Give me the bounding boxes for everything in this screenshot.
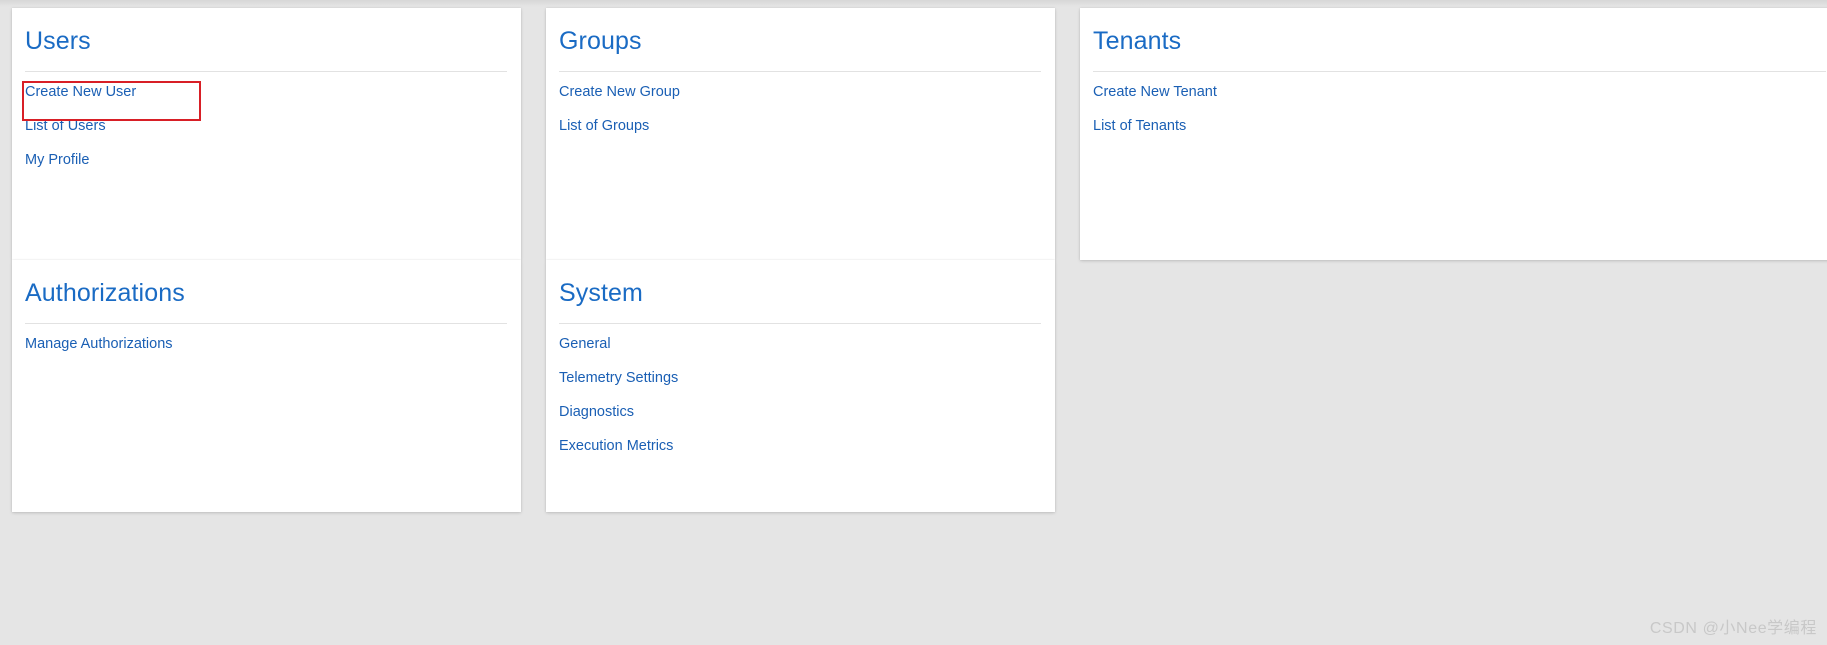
card-divider <box>25 71 507 72</box>
link-create-new-user[interactable]: Create New User <box>25 84 136 101</box>
link-diagnostics[interactable]: Diagnostics <box>559 404 634 421</box>
link-execution-metrics[interactable]: Execution Metrics <box>559 438 673 455</box>
card-title-authorizations: Authorizations <box>25 279 185 307</box>
link-list-of-users[interactable]: List of Users <box>25 118 106 135</box>
card-title-users: Users <box>25 27 91 55</box>
link-my-profile[interactable]: My Profile <box>25 152 89 169</box>
card-groups: Groups Create New Group List of Groups <box>546 8 1055 260</box>
page-top-shade <box>0 0 1827 8</box>
card-title-tenants: Tenants <box>1093 27 1182 55</box>
link-telemetry-settings[interactable]: Telemetry Settings <box>559 370 678 387</box>
admin-dashboard: Users Create New User List of Users My P… <box>0 0 1827 645</box>
csdn-watermark: CSDN @小Nee学编程 <box>1649 620 1817 637</box>
link-list-of-tenants[interactable]: List of Tenants <box>1093 118 1186 135</box>
card-links-authorizations: Manage Authorizations <box>25 336 511 370</box>
card-links-system: General Telemetry Settings Diagnostics E… <box>559 336 1045 472</box>
card-system: System General Telemetry Settings Diagno… <box>546 260 1055 512</box>
card-links-users: Create New User List of Users My Profile <box>25 84 511 186</box>
link-manage-authorizations[interactable]: Manage Authorizations <box>25 336 173 353</box>
link-list-of-groups[interactable]: List of Groups <box>559 118 649 135</box>
card-authorizations: Authorizations Manage Authorizations <box>12 260 521 512</box>
link-create-new-group[interactable]: Create New Group <box>559 84 680 101</box>
link-create-new-tenant[interactable]: Create New Tenant <box>1093 84 1217 101</box>
card-divider <box>559 71 1041 72</box>
card-divider <box>559 323 1041 324</box>
link-general[interactable]: General <box>559 336 611 353</box>
card-tenants: Tenants Create New Tenant List of Tenant… <box>1080 8 1827 260</box>
card-users: Users Create New User List of Users My P… <box>12 8 521 260</box>
card-links-groups: Create New Group List of Groups <box>559 84 1045 152</box>
card-title-groups: Groups <box>559 27 642 55</box>
card-divider <box>25 323 507 324</box>
card-divider <box>1093 71 1826 72</box>
card-title-system: System <box>559 279 643 307</box>
card-links-tenants: Create New Tenant List of Tenants <box>1093 84 1827 152</box>
